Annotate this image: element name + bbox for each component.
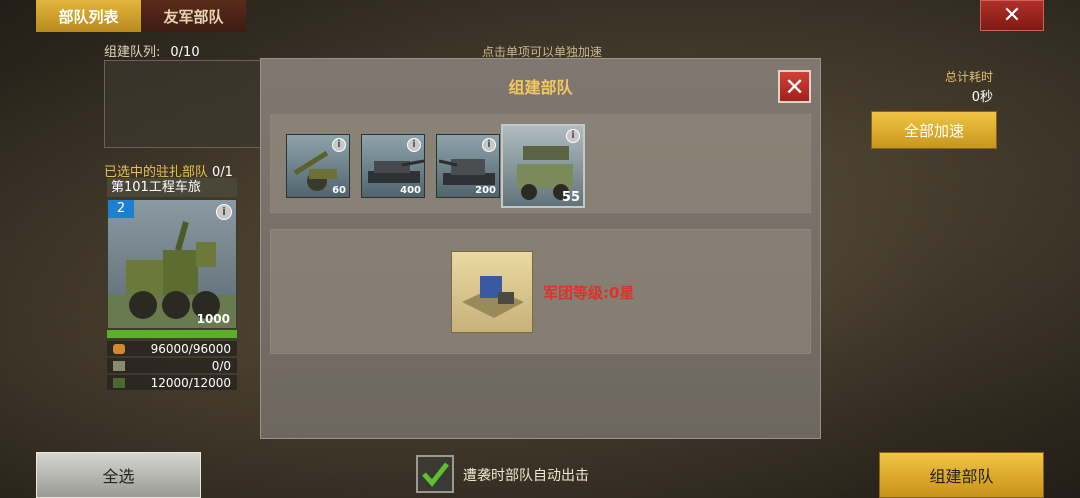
- ammo-icon: [113, 360, 125, 371]
- build-unit-dialog: 组建部队 ✕ i 60 i 400 i 200 i 55 军团等级:0星: [260, 58, 821, 439]
- dialog-title: 组建部队: [508, 78, 573, 97]
- info-icon[interactable]: i: [566, 129, 580, 143]
- wrecker-truck-icon: [108, 221, 236, 328]
- unit-health-bar: [107, 330, 237, 338]
- unit-count: 1000: [196, 312, 230, 326]
- unit-count: 200: [475, 185, 496, 196]
- total-time-label: 总计耗时: [944, 70, 993, 84]
- build-queue-panel: [104, 60, 264, 148]
- dialog-close-button[interactable]: ✕: [778, 70, 811, 103]
- unit-count: 400: [400, 185, 421, 196]
- unit-slot-artillery[interactable]: i 60: [286, 134, 350, 198]
- ammo-value: 0/0: [211, 358, 231, 373]
- speed-up-all-button[interactable]: 全部加速: [871, 111, 997, 149]
- tab-allied-units[interactable]: 友军部队: [141, 0, 246, 32]
- info-icon[interactable]: i: [407, 138, 421, 152]
- tab-unit-list[interactable]: 部队列表: [36, 0, 141, 32]
- unit-level-badge: 2: [108, 200, 134, 218]
- resource-row-ammo: 0/0: [107, 358, 237, 373]
- close-button[interactable]: ✕: [980, 0, 1044, 31]
- bread-icon: [113, 343, 125, 354]
- resource-row-food: 96000/96000: [107, 341, 237, 356]
- unit-slot-tank[interactable]: i 400: [361, 134, 425, 198]
- resource-row-fuel: 12000/12000: [107, 375, 237, 390]
- queue-count: 0/10: [170, 45, 200, 60]
- total-time-value: 0秒: [971, 90, 993, 105]
- close-icon: ✕: [1002, 3, 1022, 28]
- legion-building-icon-art: [462, 276, 524, 318]
- queue-label-text: 组建队列:: [104, 45, 161, 60]
- unit-selection-strip: i 60 i 400 i 200 i 55: [270, 114, 811, 213]
- legion-building-icon: [451, 251, 533, 333]
- legion-level-panel: 军团等级:0星: [270, 229, 811, 354]
- auto-sortie-label: 遭袭时部队自动出击: [463, 468, 589, 484]
- food-value: 96000/96000: [150, 341, 231, 356]
- select-all-button[interactable]: 全选: [36, 452, 201, 498]
- top-tabs: 部队列表 友军部队: [36, 0, 246, 32]
- fuel-icon: [113, 377, 125, 388]
- garrison-unit-card[interactable]: 2 i 1000: [107, 199, 237, 329]
- unit-count: 55: [561, 190, 580, 205]
- build-queue-label: 组建队列: 0/10: [104, 41, 200, 60]
- info-icon[interactable]: i: [216, 204, 232, 220]
- info-icon[interactable]: i: [332, 138, 346, 152]
- close-icon: ✕: [784, 72, 805, 101]
- build-units-button[interactable]: 组建部队: [879, 452, 1044, 498]
- unit-count: 60: [332, 185, 346, 196]
- garrison-unit-name: 第101工程车旅: [107, 178, 237, 197]
- fuel-value: 12000/12000: [150, 375, 231, 390]
- unit-slot-tank-destroyer[interactable]: i 200: [436, 134, 500, 198]
- checkmark-icon: [422, 462, 449, 487]
- auto-sortie-checkbox[interactable]: [416, 455, 454, 493]
- unit-slot-rocket-truck[interactable]: i 55: [501, 124, 585, 208]
- legion-level-text: 军团等级:0星: [543, 284, 635, 302]
- info-icon[interactable]: i: [482, 138, 496, 152]
